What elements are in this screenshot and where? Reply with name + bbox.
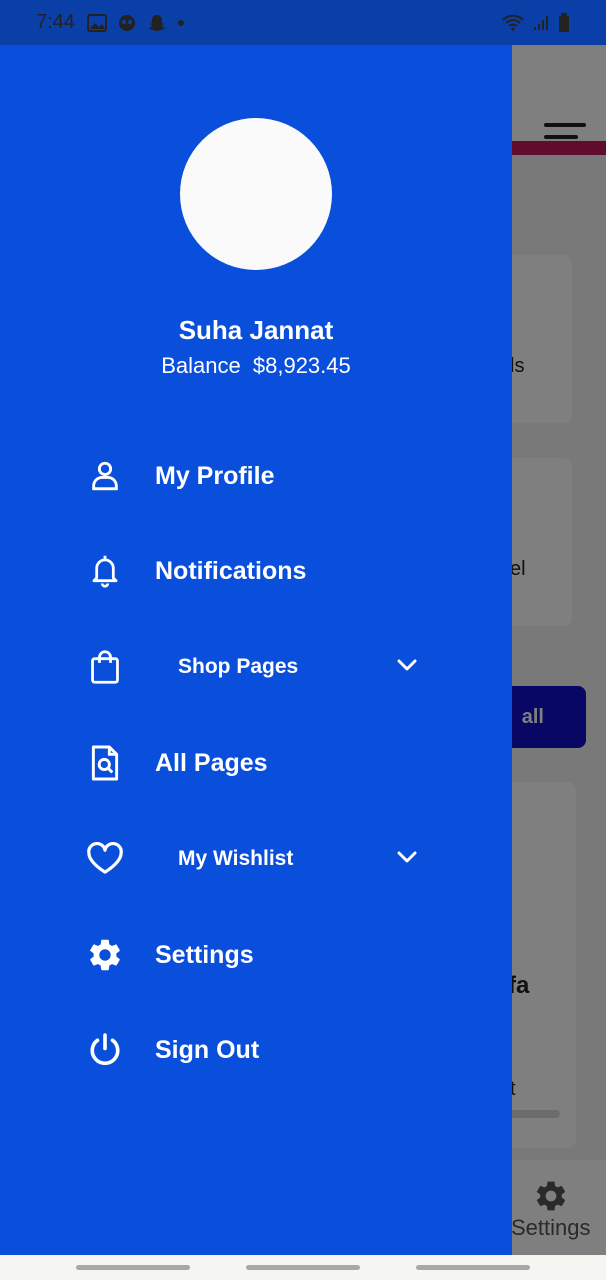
- notification-dot-icon: [177, 19, 184, 26]
- navigation-drawer: Suha Jannat Balance $8,923.45 My Profile…: [0, 45, 512, 1255]
- shopping-bag-icon: [84, 646, 126, 688]
- status-bar: 7:44: [0, 0, 606, 45]
- nav-handle[interactable]: [76, 1265, 190, 1270]
- gear-icon: [84, 934, 126, 976]
- menu-item-shop-pages[interactable]: Shop Pages: [84, 639, 434, 695]
- menu-item-label: Sign Out: [155, 1035, 260, 1064]
- system-nav-bar: [0, 1255, 606, 1280]
- balance-label: Balance: [161, 353, 241, 378]
- gallery-icon: [86, 13, 107, 32]
- menu-item-my-profile[interactable]: My Profile: [84, 448, 434, 504]
- user-icon: [84, 455, 126, 497]
- menu-item-label: Notifications: [155, 556, 307, 585]
- menu-item-settings[interactable]: Settings: [84, 927, 434, 983]
- media-icon: [118, 14, 135, 31]
- menu-item-label: All Pages: [155, 748, 268, 777]
- signal-icon: [534, 15, 548, 30]
- status-time: 7:44: [36, 11, 75, 33]
- file-search-icon: [84, 742, 126, 784]
- menu-item-label: My Wishlist: [178, 847, 294, 870]
- battery-icon: [559, 12, 569, 32]
- heart-icon: [84, 838, 126, 880]
- chevron-down-icon[interactable]: [395, 653, 419, 677]
- wifi-icon: [502, 14, 524, 31]
- menu-item-all-pages[interactable]: All Pages: [84, 735, 434, 791]
- chevron-down-icon[interactable]: [395, 845, 419, 869]
- menu-item-label: Shop Pages: [178, 655, 299, 678]
- nav-handle[interactable]: [416, 1265, 530, 1270]
- user-name: Suha Jannat: [178, 315, 334, 345]
- menu-item-label: Settings: [155, 940, 254, 969]
- power-icon: [84, 1029, 126, 1071]
- avatar[interactable]: [180, 118, 332, 270]
- bell-icon: [84, 550, 126, 592]
- nav-handle[interactable]: [246, 1265, 360, 1270]
- menu-item-my-wishlist[interactable]: My Wishlist: [84, 831, 434, 887]
- menu-item-label: My Profile: [155, 461, 275, 490]
- menu-item-sign-out[interactable]: Sign Out: [84, 1022, 434, 1078]
- balance-row: Balance $8,923.45: [0, 353, 512, 379]
- snapchat-icon: [148, 14, 165, 31]
- menu-item-notifications[interactable]: Notifications: [84, 543, 434, 599]
- balance-value: $8,923.45: [252, 353, 351, 378]
